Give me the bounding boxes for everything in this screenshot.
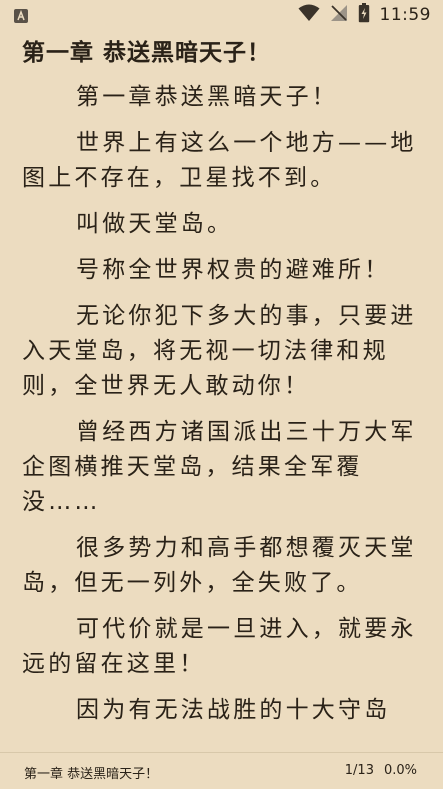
paragraph: 曾经西方诸国派出三十万大军企图横推天堂岛，结果全军覆没…… [22, 419, 417, 515]
footer-chapter-title: 第一章 恭送黑暗天子！ [24, 767, 159, 782]
paragraph: 很多势力和高手都想覆灭天堂岛，但无一列外，全失败了。 [22, 535, 417, 596]
battery-charging-icon [358, 3, 370, 27]
paragraph: 世界上有这么一个地方——地图上不存在，卫星找不到。 [22, 130, 417, 191]
percent-indicator: 0.0% [383, 763, 417, 778]
paragraph: 无论你犯下多大的事，只要进入天堂岛，将无视一切法律和规则，全世界无人敢动你！ [22, 303, 417, 399]
wifi-icon [298, 4, 320, 26]
status-time: 11:59 [379, 5, 431, 25]
reader-footer: 第一章 恭送黑暗天子！ 1/13 0.0% [0, 752, 443, 789]
paragraph: 因为有无法战胜的十大守岛 [76, 697, 391, 723]
chapter-heading: 第一章 恭送黑暗天子！ [22, 40, 272, 66]
paragraph: 可代价就是一旦进入，就要永远的留在这里！ [22, 616, 417, 677]
status-icons: 11:59 [298, 3, 432, 27]
paragraph: 第一章恭送黑暗天子！ [76, 84, 338, 110]
app-notification-icon [14, 8, 28, 23]
paragraph: 叫做天堂岛。 [76, 211, 234, 237]
page-indicator: 1/13 [344, 763, 374, 778]
signal-off-icon [330, 4, 348, 26]
reader-content[interactable]: 第一章 恭送黑暗天子！ 第一章恭送黑暗天子！ 世界上有这么一个地方——地图上不存… [22, 30, 424, 746]
paragraph: 号称全世界权贵的避难所！ [76, 257, 391, 283]
status-bar: 11:59 [0, 0, 443, 30]
reading-progress: 1/13 0.0% [345, 763, 417, 778]
